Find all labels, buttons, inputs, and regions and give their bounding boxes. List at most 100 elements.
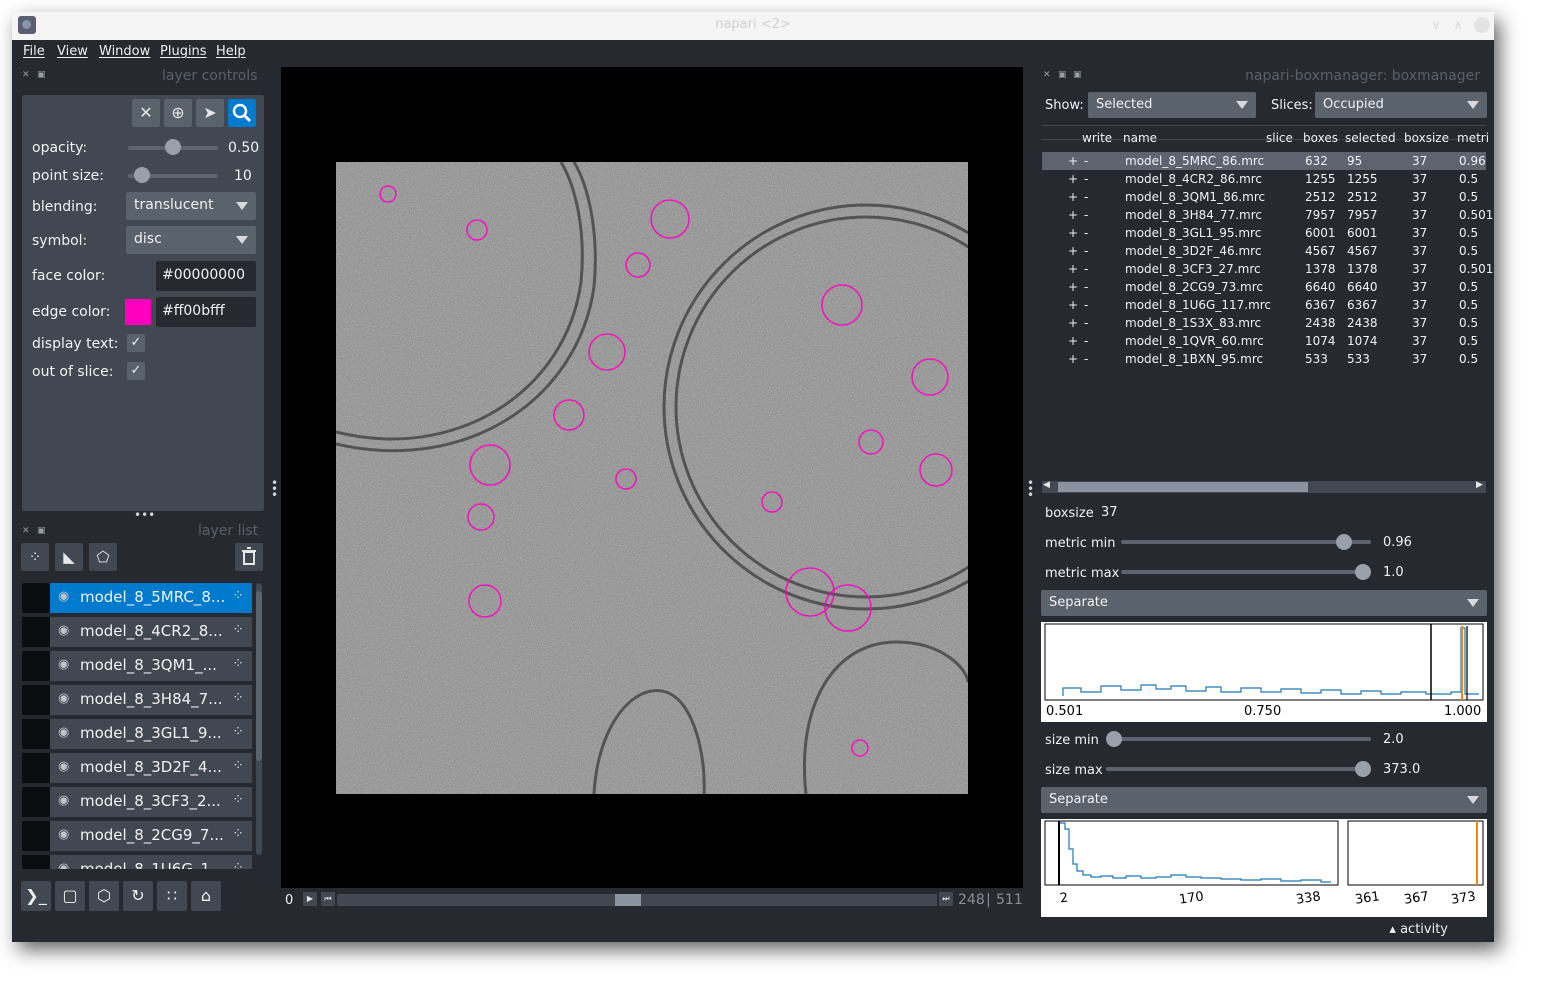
maximize-icon[interactable]: ∧ — [1450, 17, 1466, 33]
layer-row[interactable]: ◉ model_8_5MRC_8... ⁘ — [22, 583, 252, 613]
edge-color-swatch[interactable] — [125, 299, 151, 325]
table-row[interactable]: + - model_8_3QM1_86.mrc 2512 2512 37 0.5 — [1042, 188, 1486, 206]
pan-zoom-button[interactable] — [228, 99, 256, 127]
console-button[interactable]: ❯_ — [21, 881, 51, 911]
new-shapes-layer-button[interactable]: ◣ — [55, 543, 83, 571]
cell-plus[interactable]: + — [1068, 154, 1078, 168]
dock-float-icon[interactable]: ▣ — [1058, 70, 1067, 80]
visibility-eye-icon[interactable]: ◉ — [58, 589, 69, 604]
size-max-slider-handle[interactable] — [1355, 761, 1371, 777]
ndisplay-button[interactable]: ▢ — [55, 881, 85, 911]
visibility-eye-icon[interactable]: ◉ — [58, 725, 69, 740]
visibility-eye-icon[interactable]: ◉ — [58, 759, 69, 774]
metric-max-slider[interactable] — [1121, 570, 1371, 574]
table-hscroll-thumb[interactable] — [1058, 482, 1308, 492]
play-button[interactable]: ▶ — [303, 892, 317, 906]
cell-plus[interactable]: + — [1068, 298, 1078, 312]
cell-plus[interactable]: + — [1068, 190, 1078, 204]
dock-close-icon[interactable]: ✕ — [22, 70, 30, 80]
cell-write[interactable]: - — [1084, 154, 1088, 168]
home-button[interactable]: ⌂ — [191, 881, 221, 911]
cell-write[interactable]: - — [1084, 172, 1088, 186]
visibility-eye-icon[interactable]: ◉ — [58, 827, 69, 842]
cell-write[interactable]: - — [1084, 244, 1088, 258]
visibility-eye-icon[interactable]: ◉ — [58, 793, 69, 808]
delete-layer-button[interactable] — [235, 543, 263, 571]
cell-write[interactable]: - — [1084, 208, 1088, 222]
out-of-slice-checkbox[interactable]: ✓ — [127, 362, 145, 380]
metric-max-slider-handle[interactable] — [1355, 564, 1371, 580]
cell-plus[interactable]: + — [1068, 316, 1078, 330]
face-color-field[interactable]: #00000000 — [156, 261, 256, 291]
layer-row[interactable]: ◉ model_8_3GL1_9... ⁘ — [22, 719, 252, 749]
visibility-eye-icon[interactable]: ◉ — [58, 861, 69, 869]
column-selected[interactable]: selected — [1345, 131, 1396, 145]
metric-mode-combo[interactable]: Separate — [1041, 590, 1487, 616]
opacity-slider-handle[interactable] — [165, 139, 181, 155]
visibility-eye-icon[interactable]: ◉ — [58, 657, 69, 672]
layer-row[interactable]: ◉ model_8_1U6G_1... ⁘ — [22, 855, 252, 869]
cell-write[interactable]: - — [1084, 280, 1088, 294]
column-boxes[interactable]: boxes — [1303, 131, 1338, 145]
layer-row[interactable]: ◉ model_8_3D2F_4... ⁘ — [22, 753, 252, 783]
layer-row[interactable]: ◉ model_8_4CR2_8... ⁘ — [22, 617, 252, 647]
column-boxsize[interactable]: boxsize — [1404, 131, 1449, 145]
column-metric[interactable]: metri — [1457, 131, 1489, 145]
metric-min-field[interactable]: 0.96 — [1377, 530, 1487, 556]
edge-color-field[interactable]: #ff00bfff — [156, 297, 256, 327]
size-max-slider[interactable] — [1106, 767, 1371, 771]
column-slice[interactable]: slice — [1266, 131, 1293, 145]
size-mode-combo[interactable]: Separate — [1041, 787, 1487, 813]
menu-help[interactable]: Help — [216, 44, 246, 59]
activity-button[interactable]: ▴ activity — [1389, 922, 1448, 937]
table-row[interactable]: + - model_8_1S3X_83.mrc 2438 2438 37 0.5 — [1042, 314, 1486, 332]
dock-settings-icon[interactable]: ▣ — [1073, 70, 1082, 80]
column-write[interactable]: write — [1082, 131, 1112, 145]
visibility-eye-icon[interactable]: ◉ — [58, 623, 69, 638]
splitter-handle-icon[interactable]: ••• — [1027, 477, 1034, 501]
step-back-button[interactable]: ⏮ — [321, 892, 335, 906]
new-labels-layer-button[interactable]: ⬠ — [89, 543, 117, 571]
cell-plus[interactable]: + — [1068, 244, 1078, 258]
metric-max-field[interactable]: 1.0 — [1377, 560, 1487, 586]
cell-write[interactable]: - — [1084, 262, 1088, 276]
cell-write[interactable]: - — [1084, 298, 1088, 312]
layer-row[interactable]: ◉ model_8_3CF3_2... ⁘ — [22, 787, 252, 817]
add-points-button[interactable]: ⊕ — [164, 99, 192, 127]
grid-view-button[interactable]: ∷ — [157, 881, 187, 911]
layer-row[interactable]: ◉ model_8_3QM1_... ⁘ — [22, 651, 252, 681]
cell-write[interactable]: - — [1084, 190, 1088, 204]
cell-plus[interactable]: + — [1068, 280, 1078, 294]
size-min-field[interactable]: 2.0 — [1377, 727, 1487, 753]
cell-plus[interactable]: + — [1068, 262, 1078, 276]
cell-plus[interactable]: + — [1068, 334, 1078, 348]
close-window-icon[interactable] — [1474, 17, 1490, 33]
layer-list-scroll-thumb[interactable] — [256, 591, 262, 761]
scroll-left-icon[interactable]: ◀ — [1043, 480, 1050, 490]
slices-combo[interactable]: Occupied — [1315, 92, 1487, 118]
layer-row[interactable]: ◉ model_8_2CG9_7... ⁘ — [22, 821, 252, 851]
menu-plugins[interactable]: Plugins — [160, 44, 207, 59]
minimize-icon[interactable]: ∨ — [1428, 17, 1444, 33]
cell-write[interactable]: - — [1084, 226, 1088, 240]
boxsize-field[interactable]: 37 — [1095, 500, 1487, 526]
show-combo[interactable]: Selected — [1088, 92, 1256, 118]
cell-plus[interactable]: + — [1068, 226, 1078, 240]
cell-write[interactable]: - — [1084, 316, 1088, 330]
dock-float-icon[interactable]: ▣ — [37, 70, 46, 80]
select-points-button[interactable]: ➤ — [196, 99, 224, 127]
splitter-handle-icon[interactable]: ••• — [134, 508, 155, 522]
size-min-slider-handle[interactable] — [1106, 731, 1122, 747]
step-forward-button[interactable]: ⏭ — [939, 892, 953, 906]
column-name[interactable]: name — [1123, 131, 1157, 145]
splitter-handle-icon[interactable]: ••• — [271, 477, 278, 501]
scroll-right-icon[interactable]: ▶ — [1476, 480, 1483, 490]
menu-file[interactable]: File — [23, 44, 45, 59]
table-row[interactable]: + - model_8_3CF3_27.mrc 1378 1378 37 0.501 — [1042, 260, 1493, 278]
table-row[interactable]: + - model_8_1QVR_60.mrc 1074 1074 37 0.5 — [1042, 332, 1486, 350]
menu-window[interactable]: Window — [99, 44, 150, 59]
table-row[interactable]: + - model_8_1U6G_117.mrc 6367 6367 37 0.5 — [1042, 296, 1486, 314]
size-max-field[interactable]: 373.0 — [1377, 757, 1487, 783]
transpose-button[interactable]: ↻ — [123, 881, 153, 911]
roll-dims-button[interactable]: ⬡ — [89, 881, 119, 911]
